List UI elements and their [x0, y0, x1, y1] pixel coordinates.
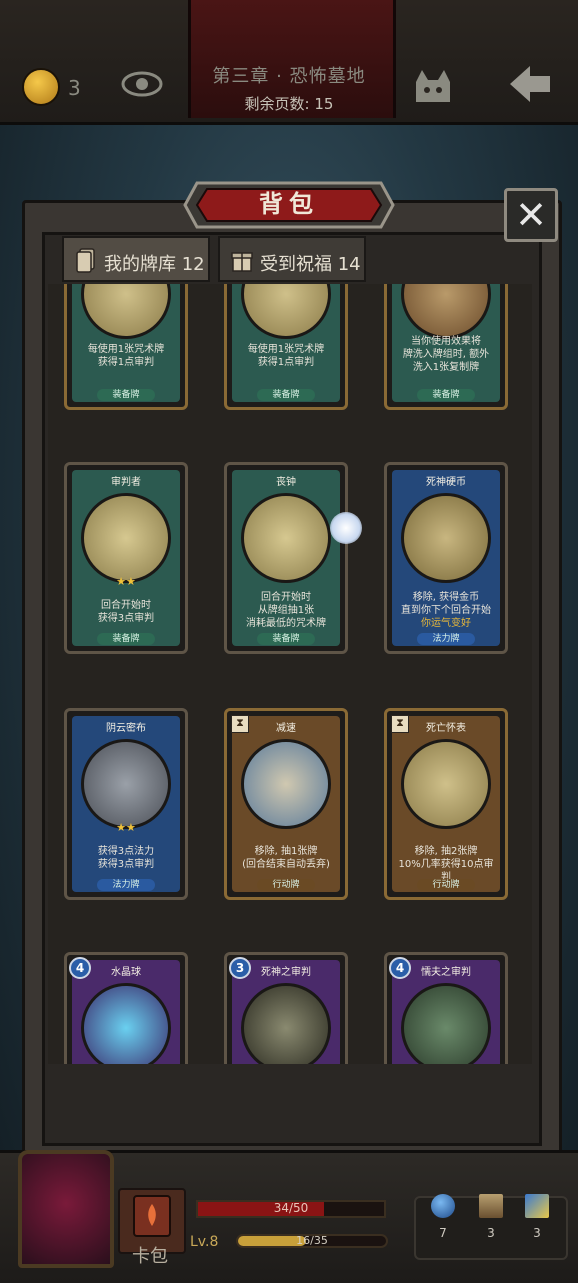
- card-chest-equip[interactable]: 当你使用效果将 牌洗入牌组时, 额外 洗入1张复制牌 装备牌: [384, 284, 508, 410]
- card-reaper-judgment[interactable]: 3 死神之审判: [224, 952, 348, 1064]
- card-type-tag: 行动牌: [257, 879, 315, 891]
- card-description: 每使用1张咒术牌 获得1点审判: [247, 344, 325, 368]
- card-death-watch[interactable]: ⧗ 死亡怀表 移除, 抽2张牌 10%几率获得10点审判 行动牌: [384, 708, 508, 900]
- tab-my-deck-label: 我的牌库 12: [104, 254, 205, 275]
- tab-blessings[interactable]: 受到祝福 14: [218, 236, 366, 282]
- card-name: 阴云密布: [106, 723, 146, 734]
- bell-art: [241, 493, 331, 583]
- chapter-title: 第三章 · 恐怖墓地: [212, 66, 366, 87]
- coin-count: 3: [68, 76, 81, 100]
- card-curse-equip-1[interactable]: 每使用1张咒术牌 获得1点审判 装备牌: [64, 284, 188, 410]
- cat-pet-icon[interactable]: [410, 62, 456, 106]
- card-death-coin[interactable]: 死神硬币 移除, 获得金币 直到你下个回合开始 你运气变好 法力牌: [384, 462, 508, 654]
- eye-icon[interactable]: [120, 66, 164, 102]
- cards-icon: [525, 1194, 549, 1218]
- resource-orb[interactable]: 7: [428, 1194, 458, 1240]
- card-name: 减速: [276, 723, 296, 734]
- card-type-tag: 装备牌: [417, 389, 475, 401]
- crystal-ball-art: [81, 983, 171, 1064]
- hourglass-icon: [479, 1194, 503, 1218]
- card-coward-judgment[interactable]: 4 懦夫之审判: [384, 952, 508, 1064]
- card-type-tag: 法力牌: [417, 633, 475, 645]
- crown-coin-icon: [22, 68, 60, 106]
- card-dark-clouds[interactable]: 阴云密布 ★★ 获得3点法力 获得3点审判 法力牌: [64, 708, 188, 900]
- blue-orb-icon: [431, 1194, 455, 1218]
- card-stars: ★★: [116, 821, 136, 834]
- card-description: 获得3点法力 获得3点审判: [97, 846, 155, 870]
- skull-coin-art: [401, 493, 491, 583]
- card-description: 移除, 抽1张牌 (回合结束自动丢弃): [242, 846, 330, 870]
- glow-orb: [330, 512, 362, 544]
- player-level: Lv.8: [190, 1234, 219, 1250]
- deck-label: 卡包: [132, 1246, 168, 1267]
- pages-remaining: 剩余页数: 15: [244, 95, 334, 113]
- card-name: 审判者: [111, 477, 141, 488]
- card-name: 死神硬币: [426, 477, 466, 488]
- card-type-tag: 装备牌: [97, 389, 155, 401]
- resource-hourglass[interactable]: 3: [476, 1194, 506, 1240]
- coward-art: [401, 983, 491, 1064]
- card-description: 回合开始时 获得3点审判: [97, 600, 155, 624]
- pocket-watch-art: [401, 739, 491, 829]
- card-description: 移除, 获得金币 直到你下个回合开始 你运气变好: [401, 592, 491, 629]
- reaper-art: [241, 983, 331, 1064]
- card-stack-icon: [76, 248, 95, 273]
- card-crystal-ball[interactable]: 4 水晶球: [64, 952, 188, 1064]
- card-type-tag: 法力牌: [97, 879, 155, 891]
- card-name: 丧钟: [276, 477, 296, 488]
- scythe-art: [81, 493, 171, 583]
- card-type-tag: 装备牌: [257, 389, 315, 401]
- card-judge[interactable]: 审判者 ★★ 回合开始时 获得3点审判 装备牌: [64, 462, 188, 654]
- back-arrow-icon[interactable]: [506, 62, 554, 106]
- xp-text: 16/35: [296, 1234, 328, 1247]
- card-description: 当你使用效果将 牌洗入牌组时, 额外 洗入1张复制牌: [402, 336, 490, 373]
- card-name: 水晶球: [111, 967, 141, 978]
- close-button[interactable]: ✕: [504, 188, 558, 242]
- fire-book-icon: [133, 1195, 171, 1237]
- tab-my-deck[interactable]: 我的牌库 12: [62, 236, 210, 282]
- player-portrait[interactable]: [18, 1150, 114, 1268]
- card-death-bell[interactable]: 丧钟 回合开始时 从牌组抽1张 消耗最低的咒术牌 装备牌: [224, 462, 348, 654]
- resource-cards[interactable]: 3: [522, 1194, 552, 1240]
- health-text: 34/50: [273, 1201, 309, 1215]
- tab-blessings-label: 受到祝福 14: [260, 254, 361, 275]
- card-slow[interactable]: ⧗ 减速 移除, 抽1张牌 (回合结束自动丢弃) 行动牌: [224, 708, 348, 900]
- dialog-title: 背包: [259, 190, 319, 218]
- card-name: 死亡怀表: [426, 723, 466, 734]
- card-type-tag: 行动牌: [417, 879, 475, 891]
- card-name: 懦夫之审判: [421, 967, 471, 978]
- close-icon: ✕: [515, 193, 547, 237]
- card-stars: ★★: [116, 575, 136, 588]
- card-description: 每使用1张咒术牌 获得1点审判: [87, 344, 165, 368]
- card-description: 回合开始时 从牌组抽1张 消耗最低的咒术牌: [246, 592, 326, 629]
- card-name: 死神之审判: [261, 967, 311, 978]
- gift-icon: [231, 252, 253, 272]
- card-grid[interactable]: 每使用1张咒术牌 获得1点审判 装备牌 每使用1张咒术牌 获得1点审判 装备牌 …: [48, 284, 532, 1064]
- frozen-clock-art: [241, 739, 331, 829]
- card-type-tag: 装备牌: [257, 633, 315, 645]
- storm-cloud-art: [81, 739, 171, 829]
- card-curse-equip-2[interactable]: 每使用1张咒术牌 获得1点审判 装备牌: [224, 284, 348, 410]
- card-type-tag: 装备牌: [97, 633, 155, 645]
